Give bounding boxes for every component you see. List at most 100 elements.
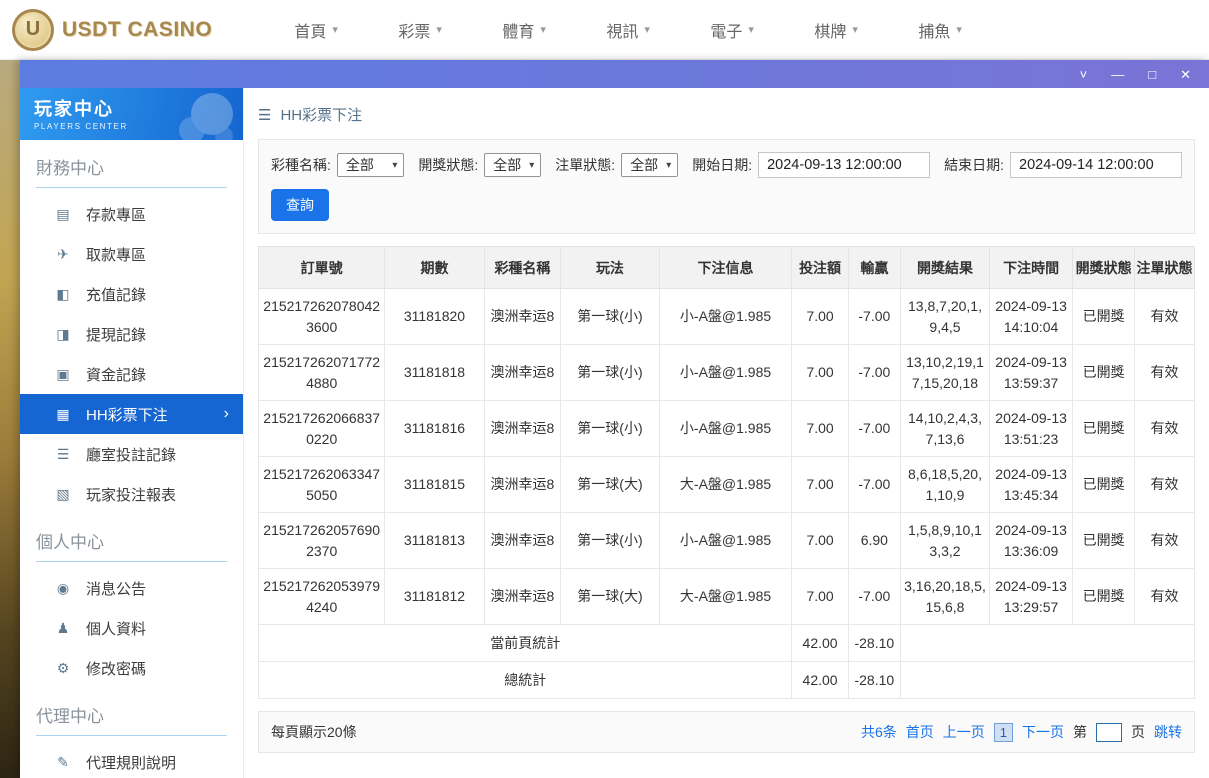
cell-order-status: 有效 — [1135, 569, 1195, 625]
table-row: 2152172620576902370 31181813 澳洲幸运8 第一球(小… — [259, 513, 1195, 569]
sidebar-item-player-bet-report[interactable]: ▧ 玩家投注報表 — [20, 474, 243, 514]
cell-playtype: 第一球(大) — [561, 569, 659, 625]
cell-bet-info: 小-A盤@1.985 — [659, 289, 792, 345]
cell-order-status: 有效 — [1135, 457, 1195, 513]
column-header-playtype: 玩法 — [561, 247, 659, 289]
order-status-select[interactable]: 全部 ▾ — [621, 153, 678, 177]
document-icon: ✎ — [54, 754, 72, 771]
table-row: 2152172620668370220 31181816 澳洲幸运8 第一球(小… — [259, 401, 1195, 457]
profile-person-icon: ♟ — [54, 620, 72, 637]
sidebar-item-profile[interactable]: ♟ 個人資料 — [20, 608, 243, 648]
window-close-icon[interactable]: ✕ — [1180, 68, 1191, 81]
draw-status-selected: 全部 — [493, 155, 521, 175]
page-summary-bet-total: 42.00 — [792, 625, 848, 662]
first-page-link[interactable]: 首页 — [906, 722, 934, 742]
nav-item-fishing[interactable]: 捕魚 ▾ — [888, 18, 992, 42]
window-maximize-icon[interactable]: □ — [1148, 68, 1156, 81]
sidebar: 玩家中心 PLAYERS CENTER 財務中心 ▤ 存款專區 ✈ 取款專區 ◧… — [20, 88, 244, 778]
sidebar-item-withdrawal-record[interactable]: ◨ 提現記錄 — [20, 314, 243, 354]
draw-status-select[interactable]: 全部 ▾ — [484, 153, 541, 177]
next-page-link[interactable]: 下一页 — [1022, 722, 1064, 742]
site-logo-text: USDT CASINO — [62, 18, 212, 42]
chevron-down-icon: ▾ — [956, 23, 962, 36]
jump-page-input[interactable] — [1096, 723, 1122, 742]
nav-item-slots[interactable]: 電子 ▾ — [680, 18, 784, 42]
order-status-selected: 全部 — [630, 155, 658, 175]
page-title-text: HH彩票下注 — [280, 104, 362, 125]
nav-item-label: 捕魚 — [918, 18, 950, 42]
top-navigation: U USDT CASINO 首頁 ▾ 彩票 ▾ 體育 ▾ 視訊 ▾ 電子 ▾ 棋… — [0, 0, 1209, 60]
search-button[interactable]: 查詢 — [271, 189, 329, 221]
end-date-label: 結束日期: — [944, 155, 1004, 175]
chevron-down-icon: ▾ — [529, 160, 534, 171]
cell-bet-amount: 7.00 — [792, 457, 848, 513]
nav-item-lottery[interactable]: 彩票 ▾ — [368, 18, 472, 42]
cell-period: 31181812 — [385, 569, 484, 625]
jump-button[interactable]: 跳转 — [1154, 722, 1182, 742]
column-header-bet-time: 下注時間 — [989, 247, 1072, 289]
menu-toggle-icon[interactable]: ☰ — [258, 106, 271, 124]
lottery-name-select[interactable]: 全部 ▾ — [337, 153, 404, 177]
main-menu: 首頁 ▾ 彩票 ▾ 體育 ▾ 視訊 ▾ 電子 ▾ 棋牌 ▾ 捕魚 ▾ — [264, 18, 992, 42]
withdraw-icon: ✈ — [54, 246, 72, 263]
lottery-name-label: 彩種名稱: — [271, 155, 331, 175]
sidebar-item-withdraw[interactable]: ✈ 取款專區 — [20, 234, 243, 274]
cell-order-status: 有效 — [1135, 345, 1195, 401]
cell-bet-amount: 7.00 — [792, 569, 848, 625]
window-minimize-icon[interactable]: — — [1111, 68, 1124, 81]
nav-item-home[interactable]: 首頁 ▾ — [264, 18, 368, 42]
site-logo[interactable]: U USDT CASINO — [0, 9, 212, 51]
sidebar-item-label: 個人資料 — [86, 618, 146, 639]
sidebar-item-label: 消息公告 — [86, 578, 146, 599]
sidebar-item-agent-rules[interactable]: ✎ 代理規則說明 — [20, 742, 243, 778]
cell-bet-info: 大-A盤@1.985 — [659, 457, 792, 513]
sidebar-section-personal: 個人中心 — [36, 528, 227, 562]
sidebar-item-label: 代理規則說明 — [86, 752, 176, 773]
sidebar-item-label: 取款專區 — [86, 244, 146, 265]
nav-item-cards[interactable]: 棋牌 ▾ — [784, 18, 888, 42]
sidebar-item-hh-lottery-bets[interactable]: ▦ HH彩票下注 › — [20, 394, 243, 434]
nav-item-sports[interactable]: 體育 ▾ — [472, 18, 576, 42]
cell-draw-status: 已開獎 — [1073, 345, 1135, 401]
window-titlebar: ˅ — □ ✕ — [20, 60, 1209, 88]
cell-period: 31181815 — [385, 457, 484, 513]
sidebar-item-funds-record[interactable]: ▣ 資金記錄 — [20, 354, 243, 394]
jump-prefix-label: 第 — [1073, 722, 1087, 742]
sidebar-item-change-password[interactable]: ⚙ 修改密碼 — [20, 648, 243, 688]
sidebar-item-hall-bet-record[interactable]: ☰ 廳室投註記錄 — [20, 434, 243, 474]
cell-draw-status: 已開獎 — [1073, 289, 1135, 345]
cell-bet-info: 小-A盤@1.985 — [659, 345, 792, 401]
column-header-draw-status: 開獎狀態 — [1073, 247, 1135, 289]
prev-page-link[interactable]: 上一页 — [943, 722, 985, 742]
sidebar-item-recharge-record[interactable]: ◧ 充值記錄 — [20, 274, 243, 314]
cell-lottery: 澳洲幸运8 — [484, 569, 561, 625]
withdrawal-record-icon: ◨ — [54, 326, 72, 343]
cell-draw-result: 3,16,20,18,5,15,6,8 — [901, 569, 990, 625]
cell-playtype: 第一球(大) — [561, 457, 659, 513]
start-date-label: 開始日期: — [692, 155, 752, 175]
cell-playtype: 第一球(小) — [561, 513, 659, 569]
chevron-down-icon: ▾ — [332, 23, 338, 36]
start-date-input[interactable] — [758, 152, 930, 178]
nav-item-label: 體育 — [502, 18, 534, 42]
cell-bet-time: 2024-09-13 13:59:37 — [989, 345, 1072, 401]
cell-period: 31181820 — [385, 289, 484, 345]
end-date-input[interactable] — [1010, 152, 1182, 178]
usdt-coin-icon: U — [12, 9, 54, 51]
chevron-down-icon: ▾ — [392, 160, 397, 171]
cell-order-id: 2152172620576902370 — [259, 513, 385, 569]
nav-item-live[interactable]: 視訊 ▾ — [576, 18, 680, 42]
sidebar-item-label: 提現記錄 — [86, 324, 146, 345]
window-collapse-icon[interactable]: ˅ — [1080, 68, 1088, 81]
cell-order-status: 有效 — [1135, 401, 1195, 457]
cell-period: 31181813 — [385, 513, 484, 569]
page-title: ☰ HH彩票下注 — [258, 104, 1195, 125]
sidebar-section-agent: 代理中心 — [36, 702, 227, 736]
cell-bet-info: 小-A盤@1.985 — [659, 513, 792, 569]
gear-icon: ⚙ — [54, 660, 72, 677]
sidebar-item-deposit[interactable]: ▤ 存款專區 — [20, 194, 243, 234]
column-header-draw-result: 開獎結果 — [901, 247, 990, 289]
lottery-name-selected: 全部 — [346, 155, 374, 175]
sidebar-item-announcements[interactable]: ◉ 消息公告 — [20, 568, 243, 608]
current-page-indicator: 1 — [994, 723, 1013, 742]
